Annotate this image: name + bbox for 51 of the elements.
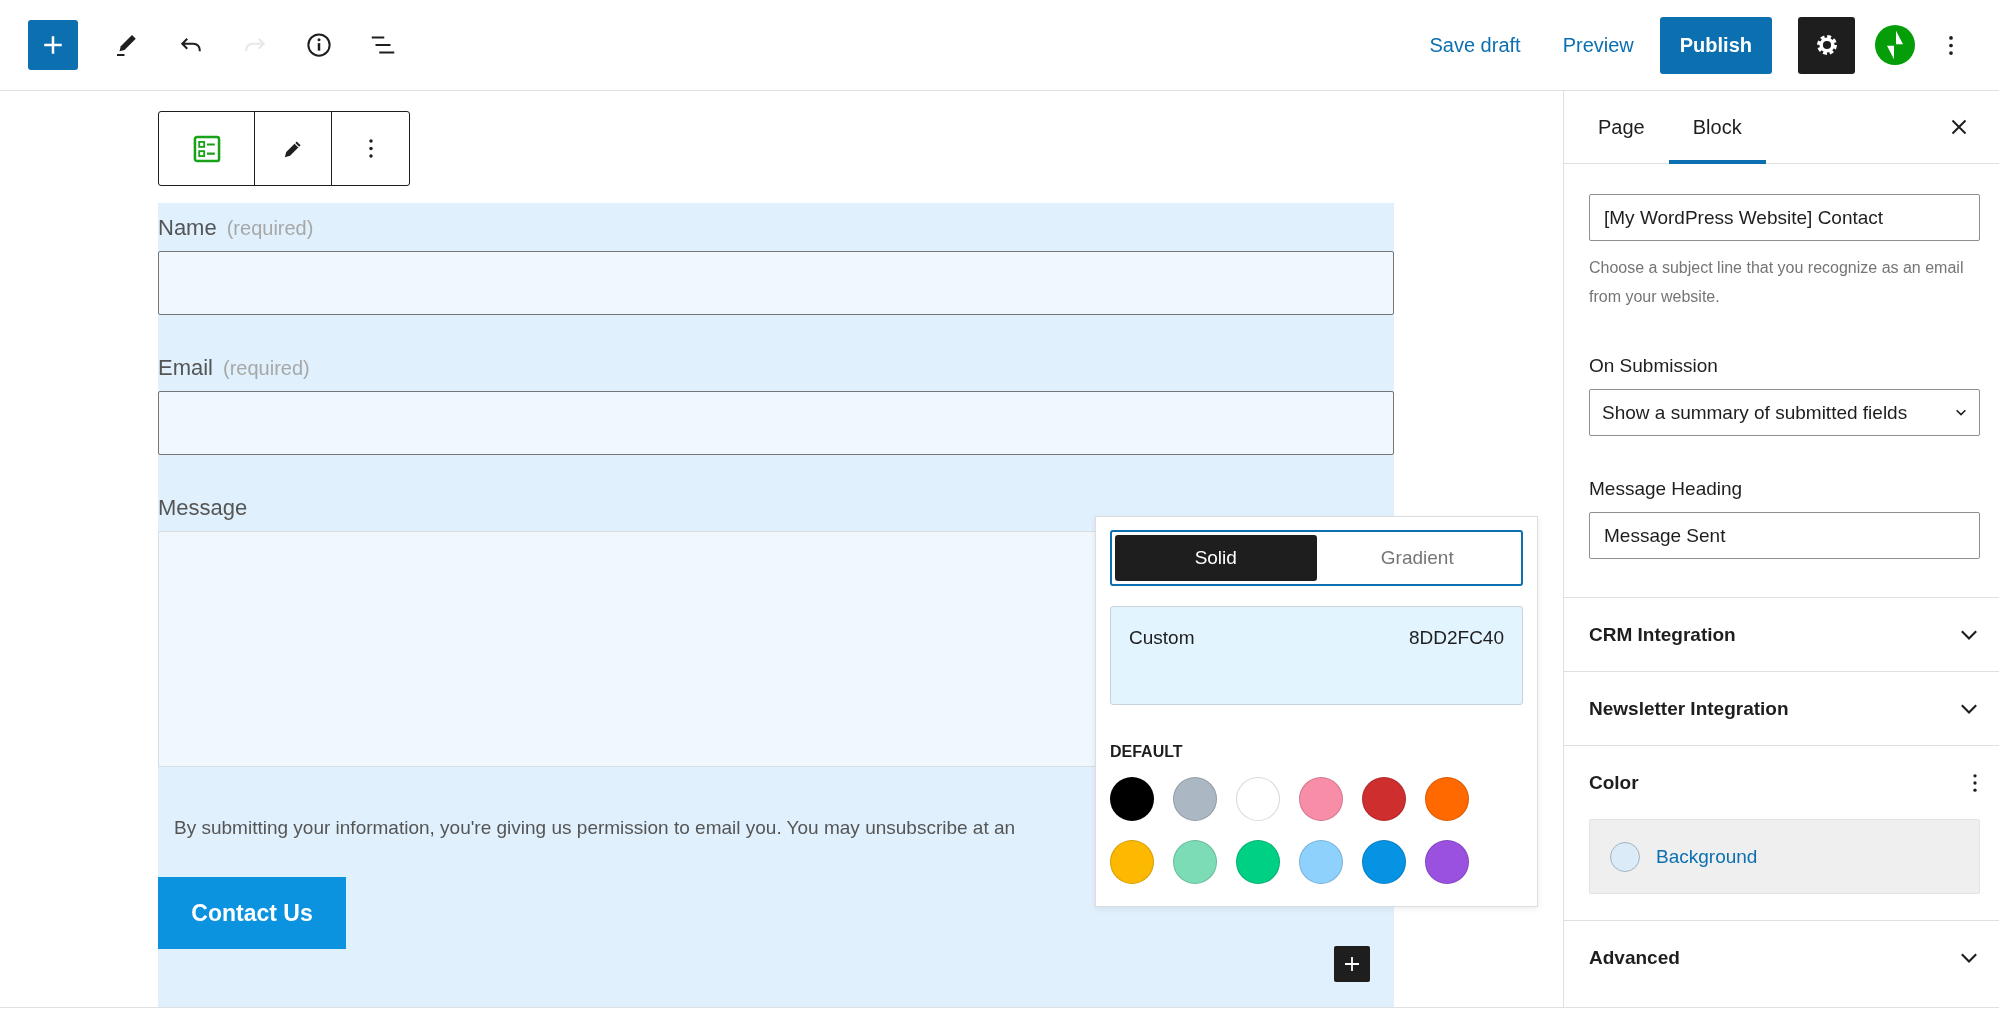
sidebar-tab[interactable]: Page [1574,90,1669,164]
palette-heading: DEFAULT [1110,743,1184,761]
panel-title[interactable]: Color [1589,771,1639,794]
help-text: Choose a subject line that you recognize as an email from your website. [1589,258,1965,307]
publish-button[interactable]: Publish [1659,16,1772,74]
color-swatch[interactable] [1173,777,1217,821]
submission-dropdown[interactable]: Show a summary of submitted fields [1589,389,1980,436]
color-swatch[interactable] [1236,777,1280,821]
color-swatch[interactable] [1173,840,1217,884]
panel-title[interactable]: Advanced [1589,946,1680,969]
option-label: Background [1656,845,1758,868]
field-label: Name [158,215,217,241]
more-vertical-icon [368,139,373,158]
preview-button[interactable]: Preview [1546,23,1650,67]
add-block-button[interactable] [1334,946,1370,982]
lightning-bolt-icon[interactable] [1875,25,1915,65]
sidebar-tab[interactable]: Block [1668,90,1766,164]
color-swatch[interactable] [1299,777,1343,821]
required-hint: (required) [226,217,314,240]
info-icon [304,30,334,60]
add-button[interactable] [28,20,78,70]
field-label: Message [158,495,248,521]
message-heading-field[interactable]: Message Sent [1589,512,1980,559]
consent-text: By submitting your information, you're giving us permission to email you. You may unsubscribe at an [174,817,1017,839]
color-swatch[interactable] [1362,840,1406,884]
color-swatch[interactable] [1425,777,1469,821]
subject-field[interactable]: [My WordPress Website] Contact [1589,194,1980,241]
color-swatch[interactable] [1299,840,1343,884]
chevron-down-icon [1955,409,1967,416]
color-swatch[interactable] [1425,840,1469,884]
save-draft-button[interactable]: Save draft [1413,23,1537,67]
input-field[interactable] [158,251,1394,315]
color-hex-value: 8DD2FC40 [1408,627,1504,649]
settings-button[interactable] [1798,16,1855,74]
more-vertical-icon [1949,35,1953,55]
custom-label: Custom [1129,627,1195,649]
color-swatch[interactable] [1236,840,1280,884]
custom-color-preview[interactable]: Custom 8DD2FC40 [1110,606,1523,705]
field-label: On Submission [1589,355,1719,377]
field-label: Message Heading [1589,478,1744,500]
color-swatch[interactable] [1110,840,1154,884]
mode-tab[interactable]: Gradient [1316,535,1518,581]
panel-title[interactable]: Newsletter Integration [1589,697,1789,720]
color-swatch[interactable] [1110,777,1154,821]
input-field[interactable] [158,391,1394,455]
panel-title[interactable]: CRM Integration [1589,623,1736,646]
color-swatch[interactable] [1362,777,1406,821]
background-color-option[interactable]: Background [1589,819,1980,894]
mode-tab[interactable]: Solid [1115,535,1317,581]
field-label: Email [158,355,213,381]
required-hint: (required) [223,357,310,380]
